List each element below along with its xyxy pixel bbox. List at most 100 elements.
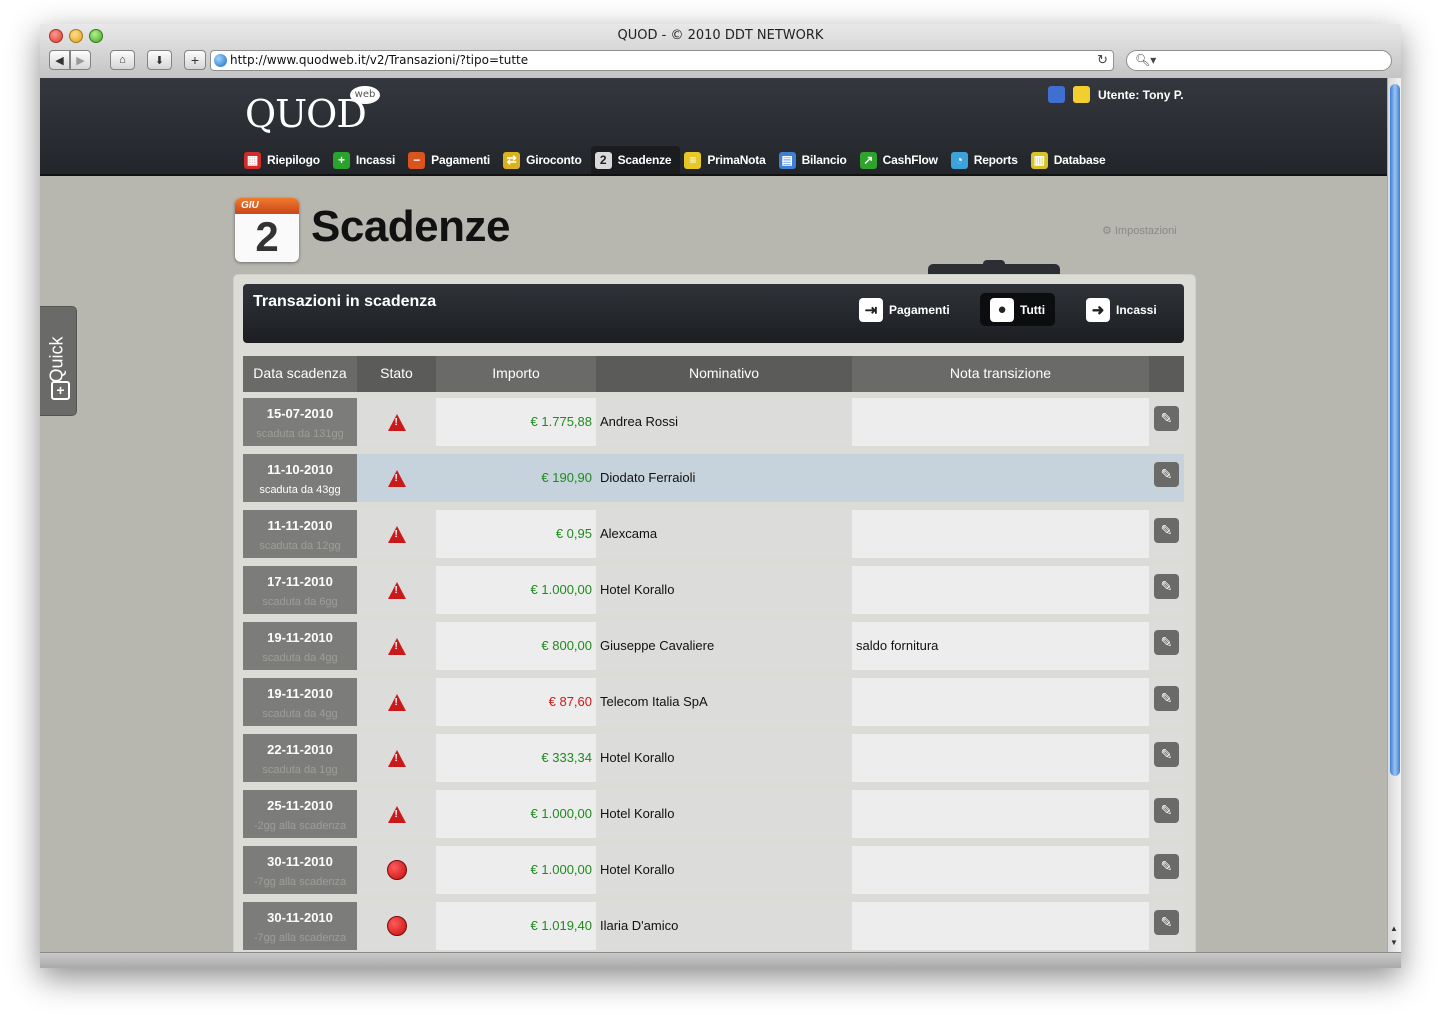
minus-icon: − <box>408 151 426 169</box>
pencil-icon[interactable]: ✎ <box>1154 742 1179 767</box>
status-cell <box>357 454 436 502</box>
action-cell: ✎ <box>1149 734 1184 782</box>
vertical-scrollbar[interactable]: ▲ ▼ <box>1387 78 1401 952</box>
calendar-day: 2 <box>255 213 279 260</box>
column-header-status[interactable]: Stato <box>357 356 436 392</box>
due-status-text: -7gg alla scadenza <box>253 932 347 944</box>
scroll-up-arrow[interactable]: ▲ <box>1390 924 1398 933</box>
red-dot-icon <box>386 860 407 880</box>
pencil-icon[interactable]: ✎ <box>1154 406 1179 431</box>
name-cell: Alexcama <box>596 510 852 558</box>
name-cell: Andrea Rossi <box>596 398 852 446</box>
table-row[interactable]: 19-11-2010 scaduta da 4gg € 87,60Telecom I… <box>243 678 1184 726</box>
due-date: 15-07-2010 <box>266 406 334 421</box>
nav-item-scadenze[interactable]: 2 Scadenze <box>590 146 681 174</box>
warning-icon <box>387 805 406 823</box>
settings-label: Impostazioni <box>1114 224 1177 237</box>
nav-item-cashflow[interactable]: ↗ CashFlow <box>856 146 947 174</box>
table-row[interactable]: 25-11-2010 -2gg alla scadenza € 1.000,00Ho… <box>243 790 1184 838</box>
browser-window: QUOD - © 2010 DDT NETWORK ◀ ▶ ⌂ ⬇ + http… <box>40 24 1401 968</box>
status-cell <box>357 846 436 894</box>
column-header-note[interactable]: Nota transizione <box>852 356 1149 392</box>
due-status-text: scaduta da 4gg <box>262 708 338 720</box>
filter-tutti[interactable]: ● Tutti <box>980 293 1056 326</box>
downloads-button[interactable]: ⬇ <box>147 50 172 70</box>
nav-item-bilancio[interactable]: ▤ Bilancio <box>775 146 856 174</box>
panel-handle[interactable] <box>928 260 1060 274</box>
column-header-date[interactable]: Data scadenza <box>243 356 357 392</box>
arrow-in-icon: ⇥ <box>859 297 883 322</box>
status-cell <box>357 622 436 670</box>
nav-item-label: Pagamenti <box>431 153 491 167</box>
pencil-icon[interactable]: ✎ <box>1154 686 1179 711</box>
table-row[interactable]: 15-07-2010 scaduta da 131gg € 1.775,88Andr… <box>243 398 1184 446</box>
due-date: 22-11-2010 <box>267 742 333 757</box>
nav-item-label: Scadenze <box>617 153 672 167</box>
nav-item-label: Reports <box>973 153 1018 167</box>
pencil-icon[interactable]: ✎ <box>1154 574 1179 599</box>
status-cell <box>357 398 436 446</box>
pencil-icon[interactable]: ✎ <box>1154 462 1179 487</box>
plus-icon: + <box>332 151 350 169</box>
nav-item-database[interactable]: ▥ Database <box>1027 146 1115 174</box>
scrollbar-thumb[interactable] <box>1390 84 1400 776</box>
table-row[interactable]: 19-11-2010 scaduta da 4gg € 800,00Giuseppe… <box>243 622 1184 670</box>
home-button[interactable]: ⌂ <box>110 50 135 70</box>
pencil-icon[interactable]: ✎ <box>1154 630 1179 655</box>
table-row[interactable]: 30-11-2010 -7gg alla scadenza € 1.019,40 Il… <box>243 902 1184 950</box>
nav-item-primanota[interactable]: ≡ PrimaNota <box>680 146 774 174</box>
due-status-text: scaduta da 131gg <box>256 428 344 440</box>
pencil-icon[interactable]: ✎ <box>1154 910 1179 935</box>
note-cell <box>852 790 1149 838</box>
due-date: 25-11-2010 <box>267 798 333 813</box>
due-date: 19-11-2010 <box>267 686 333 701</box>
nav-item-reports[interactable]: ◔ Reports <box>947 146 1027 174</box>
date-cell: 19-11-2010 scaduta da 4gg <box>243 678 357 726</box>
forward-button[interactable]: ▶ <box>70 50 91 70</box>
panel-header: Transazioni in scadenza ⇥ Pagamenti ● Tu… <box>243 284 1184 343</box>
date-cell: 11-11-2010 scaduta da 12gg <box>243 510 357 558</box>
note-cell: saldo fornitura <box>852 622 1149 670</box>
report-icon: ◔ <box>950 151 968 169</box>
nav-item-incassi[interactable]: + Incassi <box>329 146 404 174</box>
nav-item-giroconto[interactable]: ⇄ Giroconto <box>499 146 591 174</box>
name-cell: Diodato Ferraioli <box>596 454 852 502</box>
due-status-text: scaduta da 4gg <box>262 652 338 664</box>
column-header-name[interactable]: Nominativo <box>596 356 852 392</box>
pencil-icon[interactable]: ✎ <box>1154 854 1179 879</box>
quod-logo[interactable]: QUOD <box>245 92 367 136</box>
logo-web-badge: web <box>350 86 380 104</box>
filter-label: Tutti <box>1020 302 1046 317</box>
column-header-amount[interactable]: Importo <box>436 356 596 392</box>
nav-item-pagamenti[interactable]: − Pagamenti <box>404 146 499 174</box>
settings-link[interactable]: ⚙ Impostazioni <box>1102 224 1177 238</box>
date-cell: 17-11-2010 scaduta da 6gg <box>243 566 357 614</box>
filter-incassi[interactable]: ➜ Incassi <box>1076 293 1167 326</box>
pencil-icon[interactable]: ✎ <box>1154 518 1179 543</box>
nav-item-label: PrimaNota <box>707 153 766 167</box>
filter-pagamenti[interactable]: ⇥ Pagamenti <box>849 293 960 326</box>
scroll-down-arrow[interactable]: ▼ <box>1390 938 1398 947</box>
reload-icon[interactable]: ↻ <box>1097 51 1108 70</box>
pencil-icon[interactable]: ✎ <box>1154 798 1179 823</box>
quick-tab[interactable]: Quick + <box>40 306 77 416</box>
search-field[interactable]: 🔍︎▾ <box>1126 50 1392 71</box>
forward-arrow-icon: ▶ <box>76 54 85 67</box>
red-dot-icon <box>386 916 407 936</box>
plus-icon: + <box>51 381 70 400</box>
warning-icon <box>387 693 406 711</box>
table-row[interactable]: 11-10-2010 scaduta da 43gg € 190,90Diodato… <box>243 454 1184 502</box>
table-row[interactable]: 11-11-2010 scaduta da 12gg € 0,95Alexcama ✎ <box>243 510 1184 558</box>
nav-item-riepilogo[interactable]: ▦ Riepilogo <box>240 146 329 174</box>
home-icon: ⌂ <box>119 54 126 66</box>
address-bar[interactable]: http://www.quodweb.it/v2/Transazioni/?ti… <box>210 50 1114 71</box>
table-row[interactable]: 30-11-2010 -7gg alla scadenza € 1.000,00 Ho… <box>243 846 1184 894</box>
table-row[interactable]: 22-11-2010 scaduta da 1gg € 333,34Hotel Ko… <box>243 734 1184 782</box>
table-row[interactable]: 17-11-2010 scaduta da 6gg € 1.000,00Hotel … <box>243 566 1184 614</box>
calendar-month: GIU <box>235 198 299 214</box>
notes-icon: ≡ <box>684 151 702 169</box>
back-button[interactable]: ◀ <box>49 50 70 70</box>
lock-icon[interactable] <box>1048 86 1065 103</box>
back-arrow-icon: ◀ <box>55 54 64 67</box>
add-bookmark-button[interactable]: + <box>184 50 206 70</box>
